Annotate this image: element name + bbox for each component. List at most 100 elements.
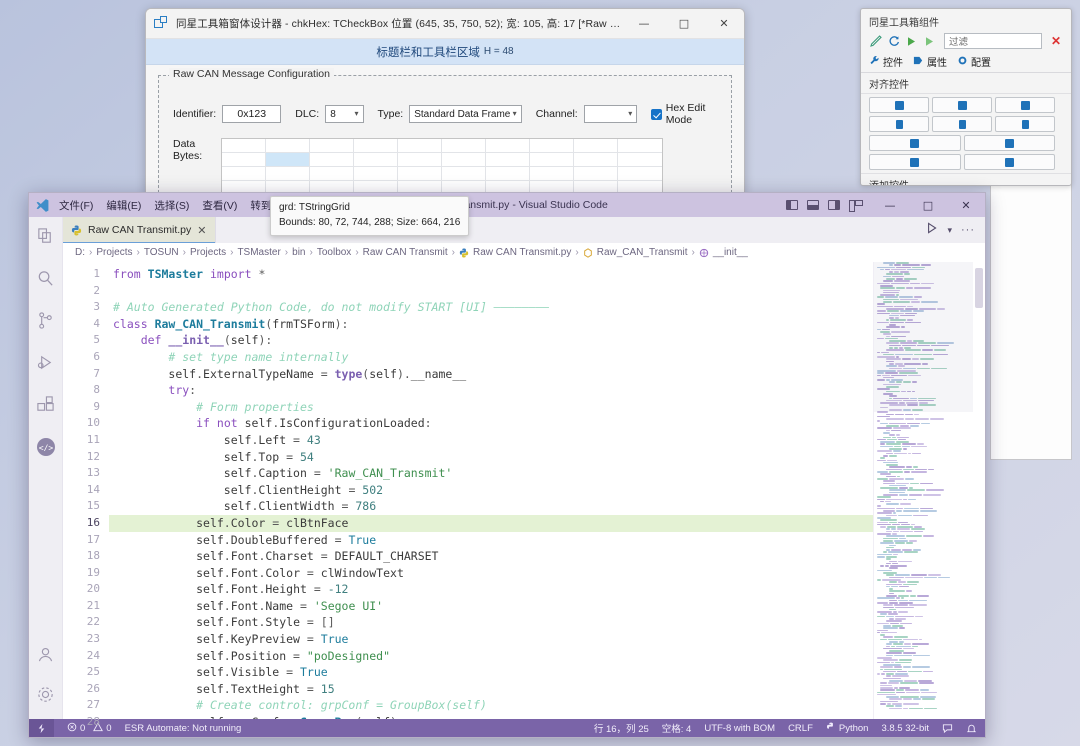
data-bytes-cell[interactable] xyxy=(486,153,530,167)
data-bytes-cell[interactable] xyxy=(354,167,398,181)
data-bytes-cell[interactable] xyxy=(310,139,354,153)
indentation-status[interactable]: 空格: 4 xyxy=(662,721,692,735)
channel-select[interactable]: ▾ xyxy=(584,105,638,123)
minimize-button[interactable]: — xyxy=(624,9,664,39)
data-bytes-cell[interactable] xyxy=(530,139,574,153)
same-size-button[interactable] xyxy=(869,154,961,170)
code-line[interactable]: # Auto Generated Python Code, do not mod… xyxy=(109,299,873,316)
interpreter-status[interactable]: 3.8.5 32-bit xyxy=(881,723,929,734)
tab-controls[interactable]: 控件 xyxy=(869,54,903,69)
breadcrumb-item-6[interactable]: Toolbox xyxy=(317,247,351,258)
breadcrumb-item-3[interactable]: Projects xyxy=(190,247,226,258)
menu-edit[interactable]: 编辑(E) xyxy=(106,198,141,213)
code-line[interactable]: self.TextHeight = 15 xyxy=(109,681,873,698)
code-line[interactable]: from TSMaster import * xyxy=(109,266,873,283)
data-bytes-cell[interactable] xyxy=(266,153,310,167)
data-bytes-cell[interactable] xyxy=(530,153,574,167)
eol-status[interactable]: CRLF xyxy=(788,723,813,734)
toolbox-filter-input[interactable]: 过滤 xyxy=(944,33,1042,49)
remote-indicator[interactable] xyxy=(29,719,54,737)
tab-close-icon[interactable]: ✕ xyxy=(197,224,206,237)
data-bytes-cell[interactable] xyxy=(442,167,486,181)
data-bytes-cell[interactable] xyxy=(310,153,354,167)
code-line[interactable]: self.ClientWidth = 786 xyxy=(109,498,873,515)
hex-edit-mode-checkbox[interactable]: Hex Edit Mode xyxy=(651,102,731,126)
encoding-status[interactable]: UTF-8 with BOM xyxy=(704,723,775,734)
toggle-secondary-sidebar-icon[interactable] xyxy=(828,200,840,210)
code-line[interactable]: self.Top = 54 xyxy=(109,449,873,466)
code-line[interactable]: self.Left = 43 xyxy=(109,432,873,449)
vscode-close-button[interactable]: ✕ xyxy=(947,193,985,217)
bell-icon[interactable] xyxy=(966,723,977,734)
editor-scrollbar[interactable] xyxy=(973,262,985,719)
data-bytes-cell[interactable] xyxy=(442,153,486,167)
source-control-icon[interactable] xyxy=(36,311,56,331)
breadcrumb-item-8[interactable]: Raw CAN Transmit.py xyxy=(473,247,571,258)
menu-view[interactable]: 查看(V) xyxy=(202,198,237,213)
code-line[interactable]: self.Color = clBtnFace xyxy=(109,515,873,532)
data-bytes-cell[interactable] xyxy=(398,153,442,167)
code-line[interactable]: self.Caption = 'Raw_CAN_Transmit' xyxy=(109,465,873,482)
account-icon[interactable] xyxy=(36,645,56,665)
data-bytes-cell[interactable] xyxy=(574,167,618,181)
code-line[interactable]: self.Font.Height = -12 xyxy=(109,581,873,598)
code-active-icon[interactable]: </> xyxy=(36,437,56,457)
data-bytes-cell[interactable] xyxy=(574,139,618,153)
feedback-icon[interactable] xyxy=(942,723,953,734)
data-bytes-cell[interactable] xyxy=(486,139,530,153)
breadcrumb-item-7[interactable]: Raw CAN Transmit xyxy=(363,247,448,258)
pencil-icon[interactable] xyxy=(869,35,882,48)
settings-gear-icon[interactable] xyxy=(36,685,56,705)
code-line[interactable]: self.Font.Charset = DEFAULT_CHARSET xyxy=(109,548,873,565)
chevron-down-icon[interactable]: ▾ xyxy=(947,225,952,236)
data-bytes-cell[interactable] xyxy=(398,139,442,153)
data-bytes-cell[interactable] xyxy=(442,139,486,153)
data-bytes-cell[interactable] xyxy=(618,153,662,167)
dlc-select[interactable]: 8 ▾ xyxy=(325,105,363,123)
close-button[interactable]: ✕ xyxy=(704,9,744,39)
menu-file[interactable]: 文件(F) xyxy=(59,198,93,213)
tab-config[interactable]: 配置 xyxy=(957,54,991,69)
run-icon[interactable] xyxy=(926,221,938,239)
code-line[interactable]: class Raw_CAN_Transmit(frmTSForm): xyxy=(109,316,873,333)
data-bytes-cell[interactable] xyxy=(618,167,662,181)
data-bytes-cell[interactable] xyxy=(530,167,574,181)
cursor-position-status[interactable]: 行 16，列 25 xyxy=(594,721,649,735)
breadcrumb-item-2[interactable]: TOSUN xyxy=(144,247,179,258)
esr-automate-status[interactable]: ESR Automate: Not running xyxy=(125,723,242,734)
run-debug-icon[interactable] xyxy=(36,353,56,373)
code-line[interactable]: self.Visible = True xyxy=(109,664,873,681)
code-line[interactable]: if not self.IsConfigurationLoaded: xyxy=(109,415,873,432)
minimap-slider[interactable] xyxy=(874,262,973,412)
menu-select[interactable]: 选择(S) xyxy=(154,198,189,213)
vscode-minimize-button[interactable]: — xyxy=(871,193,909,217)
code-line[interactable]: # Create control: grpConf = GroupBox(sel… xyxy=(109,697,873,714)
data-bytes-cell[interactable] xyxy=(354,139,398,153)
code-line[interactable]: self.DoubleBuffered = True xyxy=(109,532,873,549)
breadcrumb-item-0[interactable]: D: xyxy=(75,247,85,258)
code-line[interactable]: self.ClientHeight = 502 xyxy=(109,482,873,499)
more-actions-icon[interactable]: ··· xyxy=(961,224,975,236)
code-line[interactable]: # Form properties xyxy=(109,399,873,416)
data-bytes-cell[interactable] xyxy=(486,167,530,181)
scale-size-button[interactable] xyxy=(964,154,1056,170)
toggle-primary-sidebar-icon[interactable] xyxy=(786,200,798,210)
run-icon[interactable] xyxy=(905,35,918,48)
code-line[interactable]: self.Font.Style = [] xyxy=(109,614,873,631)
vscode-maximize-button[interactable]: □ xyxy=(909,193,947,217)
code-line[interactable]: self.Position = "poDesigned" xyxy=(109,648,873,665)
align-right-button[interactable] xyxy=(995,97,1055,113)
align-center-horizontal-button[interactable] xyxy=(932,97,992,113)
refresh-icon[interactable] xyxy=(887,35,900,48)
align-left-button[interactable] xyxy=(869,97,929,113)
code-line[interactable]: self.ExternalTypeName = type(self).__nam… xyxy=(109,366,873,383)
code-line[interactable]: try: xyxy=(109,382,873,399)
tab-raw-can-transmit[interactable]: Raw CAN Transmit.py ✕ xyxy=(63,217,216,243)
distribute-vertical-button[interactable] xyxy=(964,135,1056,151)
data-bytes-cell[interactable] xyxy=(266,139,310,153)
tab-properties[interactable]: 属性 xyxy=(913,54,947,69)
extensions-icon[interactable] xyxy=(36,395,56,415)
code-line[interactable]: self.grpConf = GroupBox(self) xyxy=(109,714,873,719)
align-bottom-button[interactable] xyxy=(995,116,1055,132)
code-content[interactable]: from TSMaster import * # Auto Generated … xyxy=(109,262,873,719)
